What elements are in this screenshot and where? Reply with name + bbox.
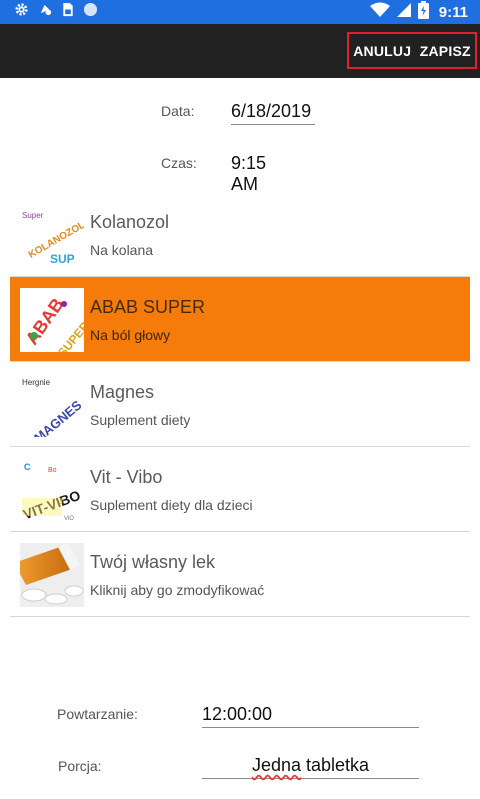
pill-bottle-thumbnail [20, 543, 84, 607]
status-left-icons [14, 2, 98, 22]
status-right-icons: 9:11 [369, 0, 468, 24]
thumb-text: SUPER [55, 319, 84, 352]
list-item[interactable]: Twój własny lek Kliknij aby go zmodyfiko… [10, 532, 470, 617]
magnes-thumbnail: Hergnie MAGNES [20, 373, 84, 437]
vit-vibo-thumbnail: C Bo VIT-VIBO A ViO [20, 458, 84, 522]
abab-super-thumbnail: ABAB SUPER [20, 288, 84, 352]
thumb-text: ViO [64, 516, 74, 522]
portion-label: Porcja: [58, 758, 102, 774]
portion-word-2: tabletka [301, 755, 370, 775]
item-subtitle: Kliknij aby go zmodyfikować [90, 582, 265, 598]
toolbar-actions: ANULUJ ZAPISZ [347, 32, 477, 69]
time-label: Czas: [161, 155, 197, 171]
thumb-text: ABAB [21, 294, 67, 348]
thumb-text: C [24, 462, 31, 472]
thumb-text: Hergnie [22, 378, 51, 387]
signal-icon [396, 2, 412, 23]
thumb-text: MAGNES [31, 397, 84, 437]
circle-icon [83, 2, 98, 22]
date-label: Data: [161, 103, 195, 119]
date-picker[interactable]: 6/18/2019 [231, 101, 315, 125]
item-title: Kolanozol [90, 212, 170, 232]
item-title: ABAB SUPER [90, 297, 206, 317]
save-button[interactable]: ZAPISZ [420, 43, 471, 59]
location-icon [38, 2, 53, 22]
thumb-text: Bo [48, 467, 57, 474]
medicine-list: Super KOLANOZOL SUP Kolanozol Na kolana … [10, 192, 470, 617]
repeat-label: Powtarzanie: [57, 706, 138, 722]
list-item[interactable]: Hergnie MAGNES Magnes Suplement diety [10, 362, 470, 447]
item-title: Magnes [90, 382, 155, 402]
wifi-icon [369, 2, 390, 23]
list-item[interactable]: Super KOLANOZOL SUP Kolanozol Na kolana [10, 192, 470, 277]
list-item[interactable]: C Bo VIT-VIBO A ViO Vit - Vibo Suplement… [10, 447, 470, 532]
status-time: 9:11 [438, 3, 468, 21]
portion-word-1: Jedna [251, 755, 301, 775]
item-subtitle: Suplement diety [90, 412, 191, 428]
item-subtitle: Na kolana [90, 242, 154, 258]
item-subtitle: Suplement diety dla dzieci [90, 497, 253, 513]
battery-icon [417, 0, 429, 24]
item-title: Twój własny lek [90, 552, 216, 572]
gear-icon [14, 2, 29, 22]
item-title: Vit - Vibo [90, 467, 163, 487]
app-toolbar: ANULUJ ZAPISZ [0, 24, 480, 78]
status-bar: 9:11 [0, 0, 480, 24]
thumb-text: SUP [50, 252, 75, 266]
thumb-text: Super [22, 211, 44, 220]
item-subtitle: Na ból głowy [90, 327, 171, 343]
portion-field[interactable]: Jedna tabletka [202, 755, 419, 779]
repeat-field[interactable]: 12:00:00 [202, 704, 419, 728]
sim-card-icon [62, 2, 74, 22]
list-item[interactable]: ABAB SUPER ABAB SUPER Na ból głowy [10, 277, 470, 362]
kolanozol-thumbnail: Super KOLANOZOL SUP [20, 203, 84, 267]
cancel-button[interactable]: ANULUJ [353, 43, 411, 59]
